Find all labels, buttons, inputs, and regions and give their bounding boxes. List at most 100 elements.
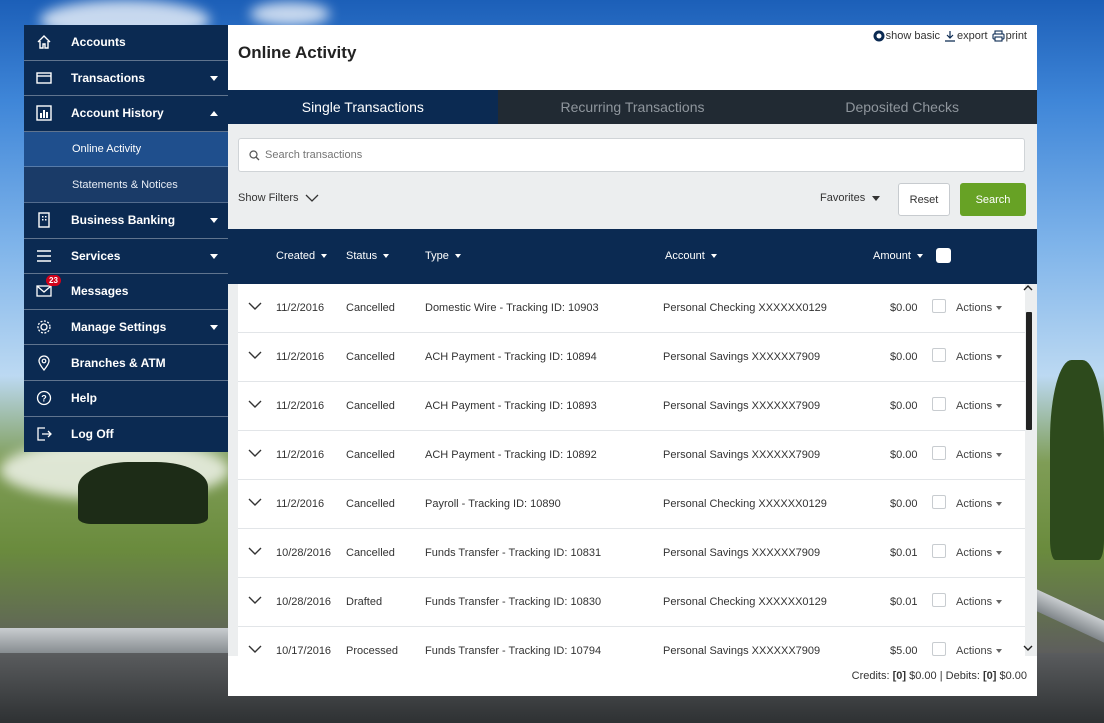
- search-box: [238, 138, 1025, 172]
- actions-dropdown[interactable]: Actions: [956, 400, 1003, 412]
- row-checkbox[interactable]: [932, 446, 946, 460]
- expand-row-icon[interactable]: [247, 497, 263, 507]
- message-count-badge: 23: [46, 275, 61, 287]
- search-icon: [249, 149, 260, 160]
- expand-row-icon[interactable]: [247, 350, 263, 360]
- column-label: Type: [425, 250, 449, 262]
- cell-amount: $0.00: [890, 302, 918, 314]
- logout-icon: [34, 426, 54, 442]
- cell-amount: $0.01: [890, 596, 918, 608]
- cell-type: Funds Transfer - Tracking ID: 10794: [425, 645, 602, 656]
- expand-row-icon[interactable]: [247, 595, 263, 605]
- sidebar-item-label: Accounts: [71, 35, 126, 50]
- cell-status: Cancelled: [346, 302, 395, 314]
- show-basic-link[interactable]: show basic: [873, 30, 940, 42]
- cell-amount: $0.00: [890, 351, 918, 363]
- cell-account: Personal Savings XXXXXX7909: [663, 351, 821, 363]
- sidebar-item-account-history[interactable]: Account History: [24, 96, 228, 132]
- column-created[interactable]: Created: [276, 250, 328, 262]
- expand-row-icon[interactable]: [247, 399, 263, 409]
- column-type[interactable]: Type: [425, 250, 461, 262]
- cell-type: Funds Transfer - Tracking ID: 10830: [425, 596, 602, 608]
- sidebar-subitem-statements[interactable]: Statements & Notices: [24, 167, 228, 203]
- actions-dropdown[interactable]: Actions: [956, 302, 1003, 314]
- actions-label: Actions: [956, 498, 993, 510]
- actions-dropdown[interactable]: Actions: [956, 596, 1003, 608]
- cell-type: Domestic Wire - Tracking ID: 10903: [425, 302, 599, 314]
- chevron-up-icon[interactable]: [1023, 284, 1033, 292]
- sidebar-item-business-banking[interactable]: Business Banking: [24, 203, 228, 239]
- reset-button[interactable]: Reset: [898, 183, 950, 216]
- tab-deposited-checks[interactable]: Deposited Checks: [767, 90, 1037, 124]
- actions-dropdown[interactable]: Actions: [956, 351, 1003, 363]
- tab-recurring-transactions[interactable]: Recurring Transactions: [498, 90, 768, 124]
- sidebar-item-label: Transactions: [71, 70, 146, 85]
- tab-single-transactions[interactable]: Single Transactions: [228, 90, 498, 124]
- sidebar-item-accounts[interactable]: Accounts: [24, 25, 228, 61]
- sidebar-item-manage-settings[interactable]: Manage Settings: [24, 310, 228, 346]
- expand-row-icon[interactable]: [247, 644, 263, 654]
- show-filters-toggle[interactable]: Show Filters: [238, 192, 319, 204]
- cell-status: Cancelled: [346, 400, 395, 412]
- caret-up-icon: [210, 111, 218, 117]
- cell-created: 11/2/2016: [276, 400, 325, 412]
- caret-down-icon: [996, 453, 1003, 458]
- sidebar-subitem-label: Statements & Notices: [72, 178, 178, 191]
- caret-down-icon: [872, 195, 881, 201]
- sidebar-item-label: Account History: [71, 106, 164, 121]
- actions-dropdown[interactable]: Actions: [956, 449, 1003, 461]
- cell-account: Personal Savings XXXXXX7909: [663, 547, 821, 559]
- actions-dropdown[interactable]: Actions: [956, 547, 1003, 559]
- cell-type: Funds Transfer - Tracking ID: 10831: [425, 547, 602, 559]
- row-checkbox[interactable]: [932, 642, 946, 656]
- export-link[interactable]: export: [944, 30, 988, 42]
- totals-summary: Credits: [0] $0.00 | Debits: [0] $0.00: [852, 670, 1027, 682]
- cell-created: 11/2/2016: [276, 498, 325, 510]
- column-status[interactable]: Status: [346, 250, 390, 262]
- main-panel: Online Activity show basic export print …: [228, 25, 1037, 696]
- select-all-checkbox[interactable]: [936, 248, 951, 263]
- caret-down-icon: [996, 502, 1003, 507]
- caret-down-icon: [996, 551, 1003, 556]
- column-amount[interactable]: Amount: [873, 250, 923, 262]
- cell-status: Cancelled: [346, 449, 395, 461]
- cell-amount: $0.00: [890, 449, 918, 461]
- cell-amount: $5.00: [890, 645, 918, 656]
- expand-row-icon[interactable]: [247, 448, 263, 458]
- sidebar-item-transactions[interactable]: Transactions: [24, 61, 228, 97]
- column-account[interactable]: Account: [665, 250, 717, 262]
- sidebar-item-branches-atm[interactable]: Branches & ATM: [24, 345, 228, 381]
- table-row: 10/28/2016 Cancelled Funds Transfer - Tr…: [238, 529, 1025, 578]
- row-checkbox[interactable]: [932, 495, 946, 509]
- cell-created: 10/28/2016: [276, 596, 332, 608]
- search-input[interactable]: [265, 149, 965, 161]
- favorites-dropdown[interactable]: Favorites: [820, 192, 881, 204]
- row-checkbox[interactable]: [932, 544, 946, 558]
- row-checkbox[interactable]: [932, 397, 946, 411]
- debits-count: [0]: [982, 670, 997, 682]
- row-checkbox[interactable]: [932, 348, 946, 362]
- sidebar-item-log-off[interactable]: Log Off: [24, 417, 228, 453]
- cell-account: Personal Checking XXXXXX0129: [663, 302, 827, 314]
- actions-dropdown[interactable]: Actions: [956, 498, 1003, 510]
- scrollbar-thumb[interactable]: [1026, 312, 1032, 430]
- sort-caret-icon: [916, 254, 923, 258]
- list-scrollbar[interactable]: [1023, 284, 1035, 656]
- search-button[interactable]: Search: [960, 183, 1026, 216]
- card-icon: [34, 70, 54, 86]
- location-pin-icon: [34, 355, 54, 371]
- sidebar-subitem-online-activity[interactable]: Online Activity: [24, 131, 228, 168]
- mail-icon: 23: [34, 275, 61, 299]
- row-checkbox[interactable]: [932, 299, 946, 313]
- caret-down-icon: [210, 75, 218, 81]
- credits-amount: $0.00: [909, 670, 937, 682]
- print-link[interactable]: print: [992, 30, 1027, 42]
- sidebar-item-services[interactable]: Services: [24, 239, 228, 275]
- chevron-down-icon[interactable]: [1023, 644, 1033, 652]
- expand-row-icon[interactable]: [247, 546, 263, 556]
- expand-row-icon[interactable]: [247, 301, 263, 311]
- actions-dropdown[interactable]: Actions: [956, 645, 1003, 656]
- row-checkbox[interactable]: [932, 593, 946, 607]
- sidebar-item-help[interactable]: ? Help: [24, 381, 228, 417]
- sidebar-item-messages[interactable]: 23 Messages: [24, 274, 228, 310]
